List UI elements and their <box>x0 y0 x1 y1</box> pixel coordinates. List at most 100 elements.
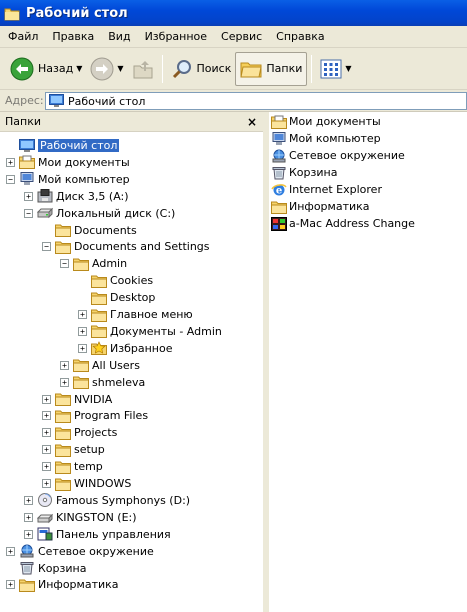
content-item-label: Информатика <box>289 200 370 213</box>
forward-button[interactable]: ▼ <box>86 52 127 86</box>
forward-dropdown-icon[interactable]: ▼ <box>117 64 123 73</box>
content-item-label: Internet Explorer <box>289 183 382 196</box>
menu-help[interactable]: Справка <box>269 30 331 43</box>
content-item[interactable]: a-Mac Address Change <box>271 215 415 232</box>
tree-item[interactable]: + NVIDIA <box>42 391 112 408</box>
expand-icon[interactable]: + <box>78 326 87 336</box>
folder-icon <box>55 223 71 237</box>
tree-item[interactable]: + Информатика <box>6 576 119 593</box>
content-item[interactable]: Информатика <box>271 198 370 215</box>
expand-icon[interactable]: + <box>42 394 51 404</box>
collapse-icon[interactable]: − <box>24 208 33 218</box>
network-icon <box>271 149 287 163</box>
tree-item[interactable]: Рабочий стол <box>6 137 120 154</box>
tree-item[interactable]: + Program Files <box>42 407 148 424</box>
tree-item[interactable]: Корзина <box>6 560 86 577</box>
tree-item[interactable]: + setup <box>42 441 105 458</box>
expand-icon[interactable]: + <box>42 462 51 472</box>
expand-icon[interactable]: + <box>24 529 33 539</box>
expand-icon[interactable]: + <box>24 495 33 505</box>
menu-favorites[interactable]: Избранное <box>138 30 214 43</box>
tree-item[interactable]: Desktop <box>78 289 155 306</box>
app-icon <box>271 216 287 231</box>
tree-item[interactable]: Cookies <box>78 272 153 289</box>
tree-item[interactable]: + Диск 3,5 (A:) <box>24 188 129 205</box>
address-field[interactable]: Рабочий стол <box>45 92 467 110</box>
address-bar: Адрес: Рабочий стол <box>0 90 467 112</box>
expand-icon[interactable]: + <box>42 479 51 488</box>
tree-item[interactable]: + WINDOWS <box>42 475 131 492</box>
tree-item-label: Documents and Settings <box>74 240 210 254</box>
desktop-icon <box>49 94 64 108</box>
content-item[interactable]: Корзина <box>271 164 337 181</box>
tree-item[interactable]: + Документы - Admin <box>78 323 222 340</box>
tree-item-label: Локальный диск (C:) <box>56 206 176 220</box>
views-button[interactable]: ▼ <box>316 52 355 86</box>
tree-item[interactable]: + Сетевое окружение <box>6 543 154 560</box>
menu-tools[interactable]: Сервис <box>214 30 269 43</box>
tree-item-label: Избранное <box>110 341 173 355</box>
tree-item[interactable]: − Admin <box>60 255 127 272</box>
harddisk-icon <box>37 206 53 220</box>
expand-icon[interactable]: + <box>60 360 69 370</box>
back-dropdown-icon[interactable]: ▼ <box>76 64 82 73</box>
recycle-icon <box>19 561 35 575</box>
folder-icon <box>73 257 89 271</box>
tree-item[interactable]: + temp <box>42 458 103 475</box>
computer-icon <box>271 131 287 146</box>
tree-item[interactable]: Documents <box>42 222 137 239</box>
network-icon <box>19 544 35 558</box>
mydocs-icon <box>19 155 35 170</box>
ie-icon: e <box>271 183 287 197</box>
content-item[interactable]: Мои документы <box>271 113 381 130</box>
expand-icon[interactable]: + <box>42 411 51 421</box>
toolbar: Назад ▼ ▼ Поиск Папки ▼ <box>0 48 467 90</box>
tree-item[interactable]: + Избранное <box>78 340 172 357</box>
menu-edit[interactable]: Правка <box>45 30 101 43</box>
menu-view[interactable]: Вид <box>101 30 137 43</box>
window-title: Рабочий стол <box>26 5 128 21</box>
content-item-label: Корзина <box>289 166 338 179</box>
back-button[interactable]: Назад ▼ <box>6 52 86 86</box>
expand-icon[interactable]: + <box>6 546 15 556</box>
tree-item[interactable]: + Famous Symphonys (D:) <box>24 492 190 509</box>
expand-icon[interactable]: + <box>24 512 33 522</box>
tree-item[interactable]: + All Users <box>60 357 140 374</box>
up-folder-icon <box>132 58 154 80</box>
expand-icon[interactable]: + <box>42 428 51 438</box>
toolbar-separator <box>311 54 313 83</box>
expand-icon[interactable]: + <box>78 310 87 319</box>
tree-item-label: Program Files <box>74 409 149 423</box>
menu-file[interactable]: Файл <box>0 30 45 43</box>
tree-item[interactable]: − Documents and Settings <box>42 238 210 255</box>
expand-icon[interactable]: + <box>6 157 15 167</box>
tree-item[interactable]: + Мои документы <box>6 154 130 171</box>
collapse-icon[interactable]: − <box>42 242 51 252</box>
tree-item[interactable]: + Главное меню <box>78 306 193 323</box>
search-icon <box>171 58 193 80</box>
tree-item[interactable]: + Projects <box>42 424 117 441</box>
expand-icon[interactable]: + <box>6 580 15 590</box>
views-dropdown-icon[interactable]: ▼ <box>345 64 351 73</box>
content-item[interactable]: e Internet Explorer <box>271 181 382 198</box>
content-item[interactable]: Мой компьютер <box>271 130 381 147</box>
folders-pane: Папки × Рабочий стол + Мои документы − Мой к… <box>0 112 266 612</box>
expand-icon[interactable]: + <box>42 445 51 455</box>
tree-item[interactable]: + shmeleva <box>60 374 145 391</box>
expand-icon[interactable]: + <box>60 377 69 387</box>
svg-text:e: e <box>276 185 282 196</box>
content-item[interactable]: Сетевое окружение <box>271 147 405 164</box>
tree-item[interactable]: − Мой компьютер <box>6 171 130 188</box>
tree-item[interactable]: + KINGSTON (E:) <box>24 509 137 526</box>
collapse-icon[interactable]: − <box>60 259 69 269</box>
up-folder-button[interactable] <box>128 52 158 86</box>
tree-item[interactable]: − Локальный диск (C:) <box>24 205 175 222</box>
tree-item[interactable]: + Панель управления <box>24 526 171 543</box>
expand-icon[interactable]: + <box>78 343 87 353</box>
content-item-label: Сетевое окружение <box>289 149 405 162</box>
folders-button[interactable]: Папки <box>235 51 308 86</box>
expand-icon[interactable]: + <box>24 191 33 201</box>
search-button[interactable]: Поиск <box>167 52 236 86</box>
close-icon[interactable]: × <box>247 115 257 129</box>
collapse-icon[interactable]: − <box>6 174 15 184</box>
